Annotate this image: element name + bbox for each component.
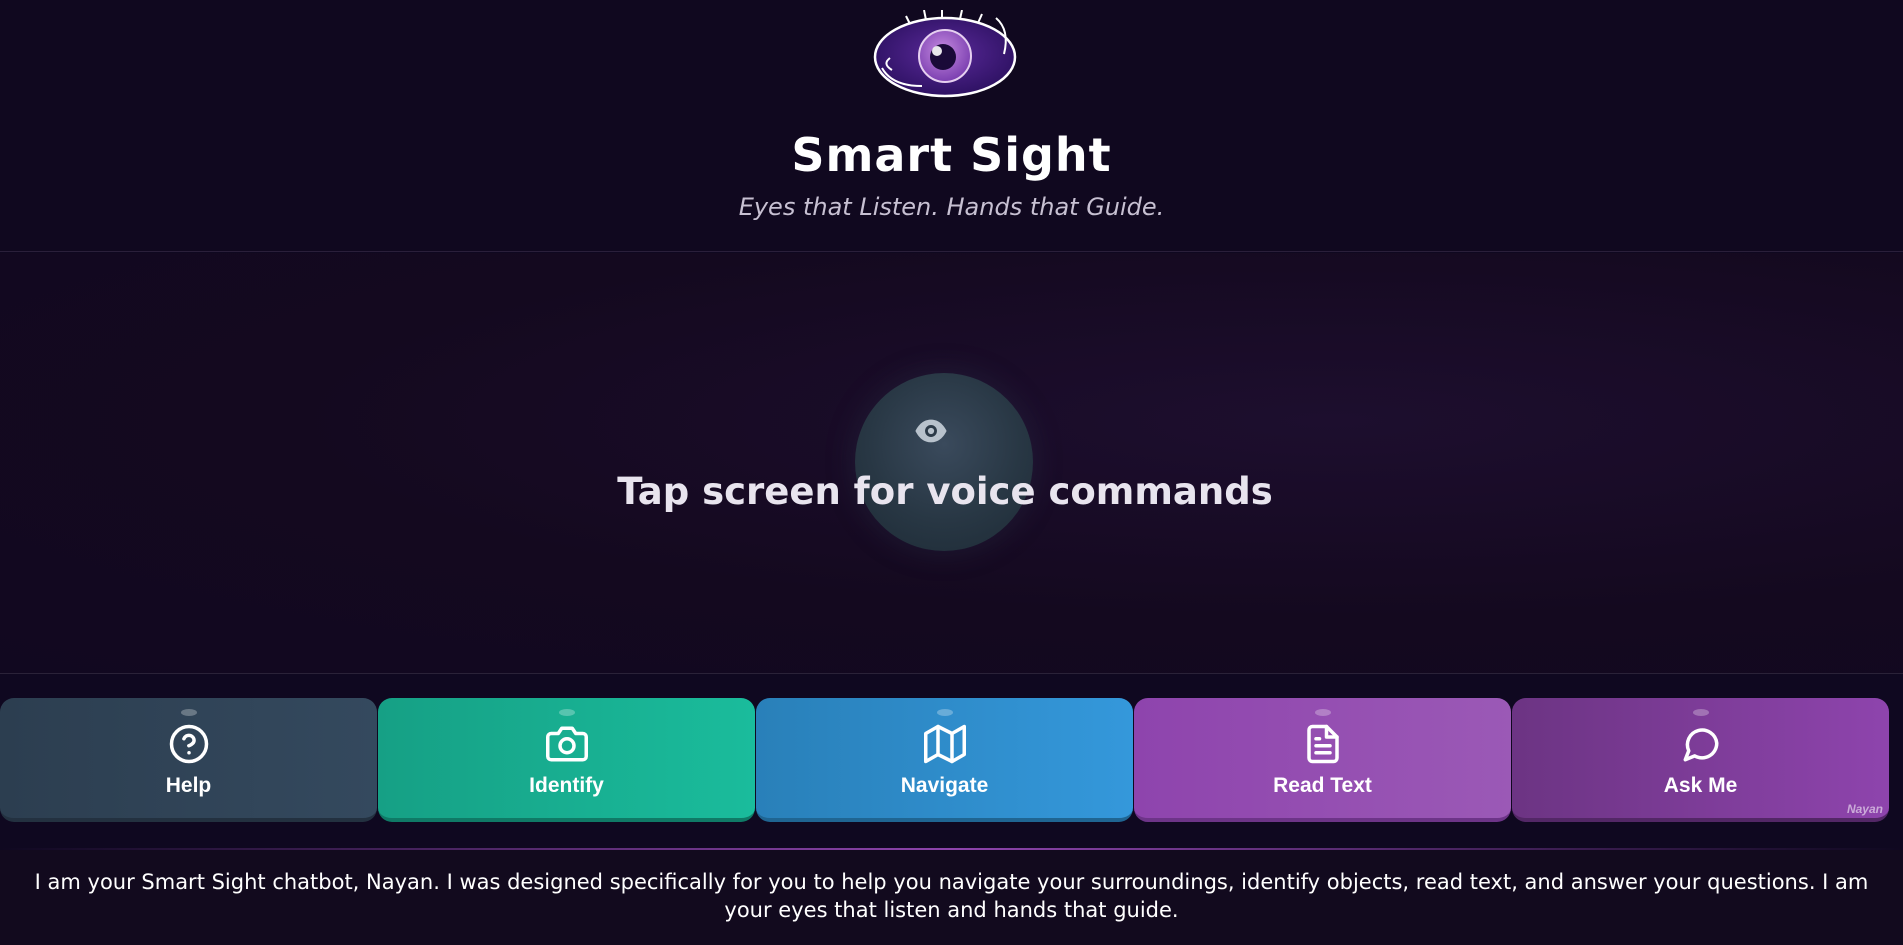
indicator-dot xyxy=(1314,709,1331,716)
help-button[interactable]: Help xyxy=(0,698,377,822)
read-text-label: Read Text xyxy=(1273,774,1372,797)
identify-label: Identify xyxy=(529,774,604,797)
indicator-dot xyxy=(936,709,953,716)
navigate-label: Navigate xyxy=(900,774,989,797)
ask-me-label: Ask Me xyxy=(1663,774,1738,797)
indicator-dot xyxy=(558,709,575,716)
voice-prompt[interactable]: Tap screen for voice commands xyxy=(0,468,1890,516)
document-icon xyxy=(1306,724,1339,764)
navigate-button[interactable]: Navigate xyxy=(756,698,1133,822)
ask-me-button[interactable]: Ask Me Nayan xyxy=(1512,698,1889,822)
identify-button[interactable]: Identify xyxy=(378,698,755,822)
voice-orb[interactable] xyxy=(855,373,1033,551)
help-label: Help xyxy=(165,774,212,797)
app-tagline: Eyes that Listen. Hands that Guide. xyxy=(738,193,1165,221)
read-text-button[interactable]: Read Text xyxy=(1134,698,1511,822)
camera-icon xyxy=(545,726,588,762)
eye-icon xyxy=(915,419,947,443)
eye-logo-icon xyxy=(873,10,1017,98)
indicator-dot xyxy=(180,709,197,716)
chatbot-intro-footer: I am your Smart Sight chatbot, Nayan. I … xyxy=(0,850,1903,945)
map-icon xyxy=(923,724,966,764)
voice-command-area[interactable] xyxy=(0,253,1903,674)
help-circle-icon xyxy=(169,724,208,764)
indicator-dot xyxy=(1692,709,1709,716)
signature-text: Nayan xyxy=(1846,802,1883,816)
app-header: Smart Sight Eyes that Listen. Hands that… xyxy=(0,0,1903,252)
chatbot-intro-text: I am your Smart Sight chatbot, Nayan. I … xyxy=(34,870,1869,922)
action-bar: Help Identify Navigate Read Text Ask Me … xyxy=(0,698,1903,822)
chat-bubble-icon xyxy=(1683,728,1719,762)
app-title: Smart Sight xyxy=(791,128,1112,182)
